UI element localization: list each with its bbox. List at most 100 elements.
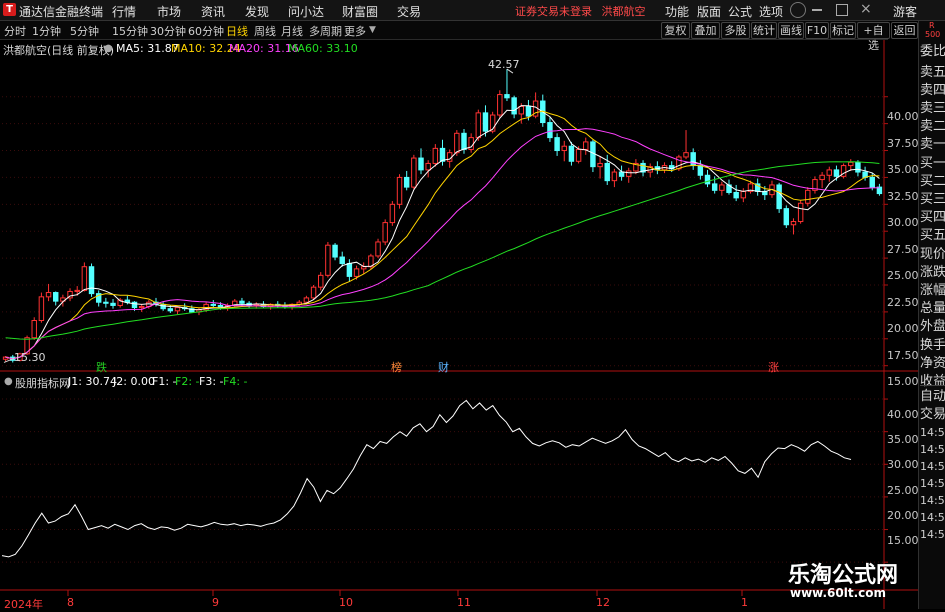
candle-up <box>454 132 460 154</box>
candle-down <box>418 157 424 171</box>
candle-up <box>611 171 618 182</box>
x-axis-label: 8 <box>67 596 74 609</box>
candle-up <box>475 112 482 139</box>
low-price-marker: 15.30 <box>14 351 46 364</box>
candle-down <box>697 165 704 176</box>
indicator-axis-tick: 20.00 <box>887 509 919 522</box>
candle-down <box>511 97 517 115</box>
candle-up <box>425 162 431 171</box>
price-axis-tick: 37.50 <box>887 137 919 150</box>
candle-up <box>325 244 331 276</box>
candle-down <box>776 184 782 210</box>
price-axis-tick: 27.50 <box>887 243 919 256</box>
candle-up <box>683 152 689 158</box>
candle-up <box>626 170 632 177</box>
candle-up <box>518 105 525 115</box>
signal-fall-label[interactable]: 跌 <box>96 359 107 375</box>
side-trade-time: 14:56 <box>920 460 945 473</box>
candle-up <box>432 147 439 164</box>
candle-down <box>167 308 174 312</box>
candle-down <box>339 256 345 264</box>
candle-down <box>547 122 553 139</box>
side-label: 买四 <box>920 210 945 225</box>
side-trade-time: 14:56 <box>920 528 945 541</box>
side-label: 买一 <box>920 156 945 171</box>
candle-up <box>74 289 80 292</box>
side-trade-time: 14:56 <box>920 477 945 490</box>
candle-up <box>597 162 603 168</box>
signal-rise-label[interactable]: 涨 <box>768 359 779 375</box>
side-trade-time: 14:56 <box>920 426 945 439</box>
x-axis-label: 9 <box>212 596 219 609</box>
signal-finance-label[interactable]: 财 <box>438 359 449 375</box>
side-label: 卖五 <box>920 65 945 80</box>
quote-side-panel: R 500 委比 卖五 卖四 卖三 卖二 卖一 买一 买二 买三 买四 买五 现… <box>918 21 945 609</box>
candle-down <box>554 137 560 152</box>
side-label: 卖四 <box>920 83 945 98</box>
price-axis-tick: 20.00 <box>887 322 919 335</box>
x-axis-label: 2024年 <box>4 598 43 611</box>
x-axis-label: 1 <box>741 596 748 609</box>
high-price-marker: 42.57 <box>488 58 520 71</box>
price-axis-tick: 30.00 <box>887 216 919 229</box>
indicator-axis-tick: 25.00 <box>887 484 919 497</box>
side-label: 涨跌 <box>920 265 945 280</box>
candle-up <box>174 307 181 312</box>
candle-up <box>353 268 360 277</box>
candle-down <box>783 208 790 226</box>
candle-up <box>719 184 725 191</box>
candle-up <box>310 286 317 299</box>
indicator-j1-line <box>1 399 852 558</box>
kline-chart[interactable] <box>0 0 918 609</box>
candle-up <box>497 94 503 116</box>
candle-up <box>411 157 417 188</box>
candle-down <box>439 147 446 162</box>
side-auto-trade[interactable]: 自动 <box>920 388 945 406</box>
candle-up <box>375 241 381 257</box>
indicator-axis-tick: 15.00 <box>887 534 919 547</box>
candle-down <box>833 169 840 177</box>
candle-up <box>790 221 797 226</box>
candle-up <box>318 274 324 288</box>
candle-down <box>504 94 510 99</box>
candle-up <box>583 141 589 150</box>
candle-down <box>332 244 338 258</box>
candle-up <box>826 169 833 176</box>
side-top-r: R <box>929 21 935 30</box>
candle-down <box>525 105 532 117</box>
side-label: 外盘 <box>920 319 945 334</box>
side-label: 买五 <box>920 228 945 243</box>
candle-up <box>805 189 811 204</box>
candle-down <box>855 161 861 173</box>
side-trade-time: 14:56 <box>920 443 945 456</box>
indicator-axis-tick: 35.00 <box>887 433 919 446</box>
side-label: 总量 <box>920 301 945 316</box>
side-label: 卖一 <box>920 137 945 152</box>
x-axis-label: 10 <box>339 596 353 609</box>
side-label: 卖二 <box>920 119 945 134</box>
candle-up <box>81 266 88 291</box>
candle-up <box>676 156 682 170</box>
price-axis-tick: 40.00 <box>887 110 919 123</box>
side-top-value: 500 <box>925 30 941 39</box>
side-label: 涨幅 <box>920 283 945 298</box>
candle-up <box>819 174 825 181</box>
side-label: 卖三 <box>920 101 945 116</box>
candle-down <box>711 183 718 191</box>
price-axis-tick: 17.50 <box>887 349 919 362</box>
candle-up <box>396 176 403 205</box>
candle-up <box>575 148 582 162</box>
indicator-axis-tick: 40.00 <box>887 408 919 421</box>
side-label: 现价 <box>920 247 945 262</box>
price-axis-tick: 35.00 <box>887 163 919 176</box>
price-axis-tick: 32.50 <box>887 190 919 203</box>
candle-down <box>103 301 109 304</box>
signal-rank-label[interactable]: 榜 <box>391 359 402 375</box>
candle-down <box>110 302 116 306</box>
side-label: 换手 <box>920 338 945 353</box>
side-trade-list-label: 交易 <box>920 407 945 422</box>
candle-down <box>482 112 489 132</box>
watermark-title: 乐淘公式网 <box>788 563 899 588</box>
candle-up <box>797 202 804 223</box>
side-label: 买二 <box>920 174 945 189</box>
